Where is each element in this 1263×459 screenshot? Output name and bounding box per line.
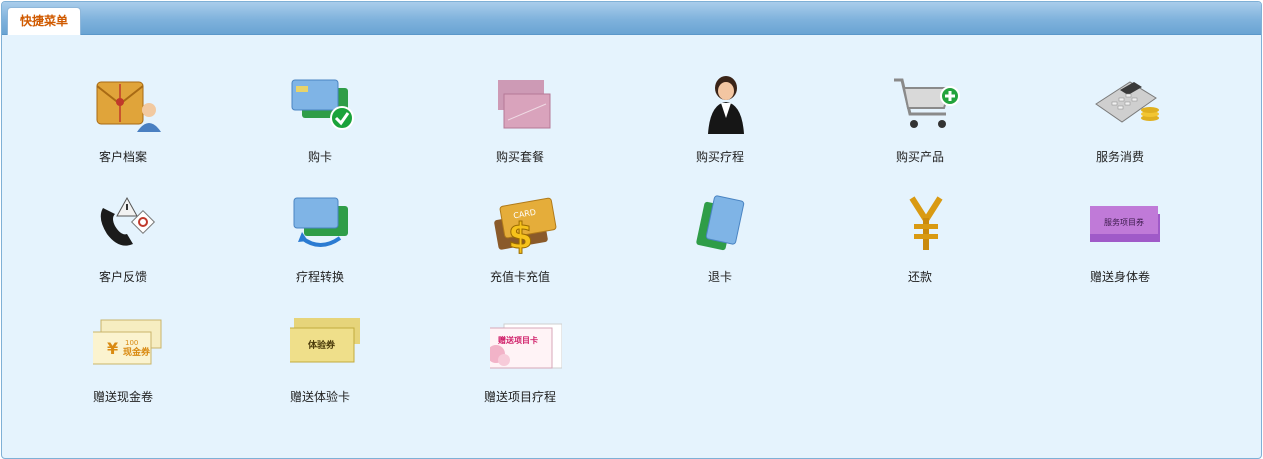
package-icon (490, 74, 562, 134)
menu-label: 疗程转换 (295, 270, 344, 284)
menu-label: 购买疗程 (695, 150, 744, 164)
menu-label: 购卡 (307, 150, 332, 164)
menu-item-buy-treatment[interactable]: 购买疗程 (660, 64, 780, 164)
phone-feedback-icon (93, 194, 165, 254)
menu-label: 赠送体验卡 (289, 390, 350, 404)
project-card-icon: 赠送项目卡 (490, 314, 562, 374)
menu-label: 购买套餐 (495, 150, 544, 164)
calculator-icon (1090, 74, 1162, 134)
yuan-icon (890, 194, 962, 254)
tab-quick-menu[interactable]: 快捷菜单 (7, 7, 81, 35)
menu-item-repayment[interactable]: 还款 (860, 184, 980, 284)
svg-text:$: $ (508, 216, 533, 254)
menu-label: 退卡 (707, 270, 732, 284)
trial-card-icon: 体验券 (290, 314, 362, 374)
shopping-cart-icon (890, 74, 962, 134)
quick-menu-panel: 快捷菜单 客户档案 购卡 购买套餐 购买疗程 购买产品 服务消费 客户反馈 疗程… (1, 1, 1262, 459)
menu-label: 赠送现金卷 (92, 390, 153, 404)
card-recharge-icon: CARD $ (490, 194, 562, 254)
customer-file-icon (93, 74, 165, 134)
card-transfer-icon (290, 194, 362, 254)
project-text: 赠送项目卡 (498, 335, 538, 345)
menu-label: 充值卡充值 (489, 270, 550, 284)
menu-item-treatment-transfer[interactable]: 疗程转换 (260, 184, 380, 284)
cash-amount: 100 (125, 339, 138, 347)
menu-item-service-consumption[interactable]: 服务消费 (1060, 64, 1180, 164)
menu-label: 还款 (907, 270, 932, 284)
menu-label: 赠送项目疗程 (483, 390, 556, 404)
menu-label: 服务消费 (1095, 150, 1144, 164)
menu-item-customer-file[interactable]: 客户档案 (63, 64, 183, 164)
trial-text: 体验券 (308, 339, 336, 351)
menu-label: 赠送身体卷 (1089, 270, 1150, 284)
menu-label: 客户反馈 (98, 270, 147, 284)
receptionist-icon (690, 74, 762, 134)
menu-item-buy-product[interactable]: 购买产品 (860, 64, 980, 164)
menu-item-gift-project-treatment[interactable]: 赠送项目卡 赠送项目疗程 (460, 304, 580, 404)
menu-label: 客户档案 (98, 150, 147, 164)
menu-item-gift-trial-card[interactable]: 体验券 赠送体验卡 (260, 304, 380, 404)
menu-item-buy-package[interactable]: 购买套餐 (460, 64, 580, 164)
purple-voucher-icon: 服务项目券 (1090, 194, 1162, 254)
menu-item-customer-feedback[interactable]: 客户反馈 (63, 184, 183, 284)
menu-item-gift-cash-voucher[interactable]: ¥ 100 现金券 赠送现金卷 (63, 304, 183, 404)
menu-label: 购买产品 (895, 150, 944, 164)
voucher-text: 服务项目券 (1104, 217, 1144, 227)
cash-voucher-icon: ¥ 100 现金券 (93, 314, 165, 374)
menu-item-card-recharge[interactable]: CARD $ 充值卡充值 (460, 184, 580, 284)
cash-text: 现金券 (123, 346, 151, 358)
menu-item-buy-card[interactable]: 购卡 (260, 64, 380, 164)
svg-text:¥: ¥ (107, 339, 118, 358)
tab-bar: 快捷菜单 (2, 2, 1261, 35)
buy-card-icon (290, 74, 362, 134)
return-card-icon (690, 194, 762, 254)
menu-item-gift-body-voucher[interactable]: 服务项目券 赠送身体卷 (1060, 184, 1180, 284)
menu-item-return-card[interactable]: 退卡 (660, 184, 780, 284)
